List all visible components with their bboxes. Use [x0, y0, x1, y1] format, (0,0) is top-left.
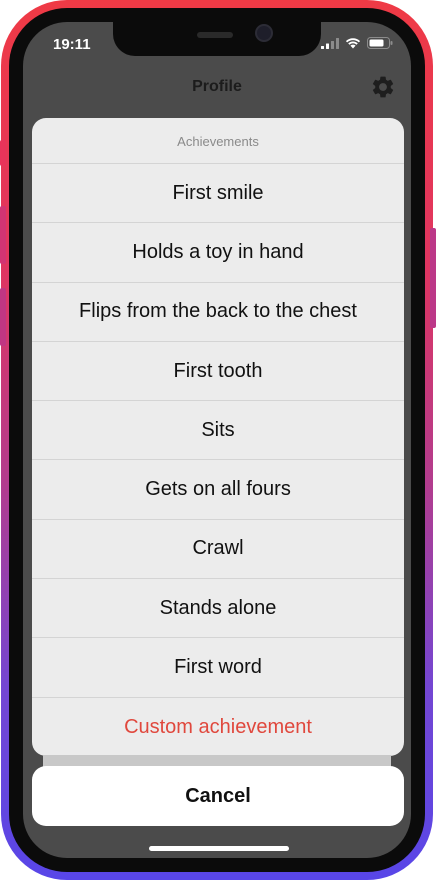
side-button — [430, 228, 436, 328]
achievement-option-first-smile[interactable]: First smile — [32, 164, 404, 224]
custom-achievement-button[interactable]: Custom achievement — [32, 698, 404, 756]
side-button — [0, 288, 6, 346]
wifi-icon — [345, 38, 361, 49]
speaker-grille — [197, 32, 233, 38]
achievement-option-holds-toy[interactable]: Holds a toy in hand — [32, 223, 404, 283]
device-mockup: 19:11 Profile Achievements First smile H… — [0, 0, 436, 882]
achievement-option-first-tooth[interactable]: First tooth — [32, 342, 404, 402]
notch — [113, 22, 321, 56]
camera-icon — [255, 24, 273, 42]
signal-icon — [321, 37, 339, 49]
action-sheet-title: Achievements — [32, 118, 404, 164]
page-title: Profile — [192, 78, 242, 95]
cancel-button[interactable]: Cancel — [32, 766, 404, 826]
achievement-option-first-word[interactable]: First word — [32, 638, 404, 698]
battery-icon — [367, 37, 393, 49]
gear-icon[interactable] — [370, 74, 396, 100]
side-button — [0, 206, 6, 264]
achievement-option-all-fours[interactable]: Gets on all fours — [32, 460, 404, 520]
phone-screen: 19:11 Profile Achievements First smile H… — [23, 22, 411, 858]
achievements-action-sheet: Achievements First smile Holds a toy in … — [32, 118, 404, 756]
status-time: 19:11 — [53, 36, 91, 53]
achievement-option-flips-over[interactable]: Flips from the back to the chest — [32, 283, 404, 342]
achievement-option-stands-alone[interactable]: Stands alone — [32, 579, 404, 639]
achievement-option-sits[interactable]: Sits — [32, 401, 404, 461]
home-indicator[interactable] — [149, 846, 289, 851]
achievement-option-crawl[interactable]: Crawl — [32, 520, 404, 580]
side-button — [0, 140, 6, 166]
status-icons — [321, 37, 393, 49]
